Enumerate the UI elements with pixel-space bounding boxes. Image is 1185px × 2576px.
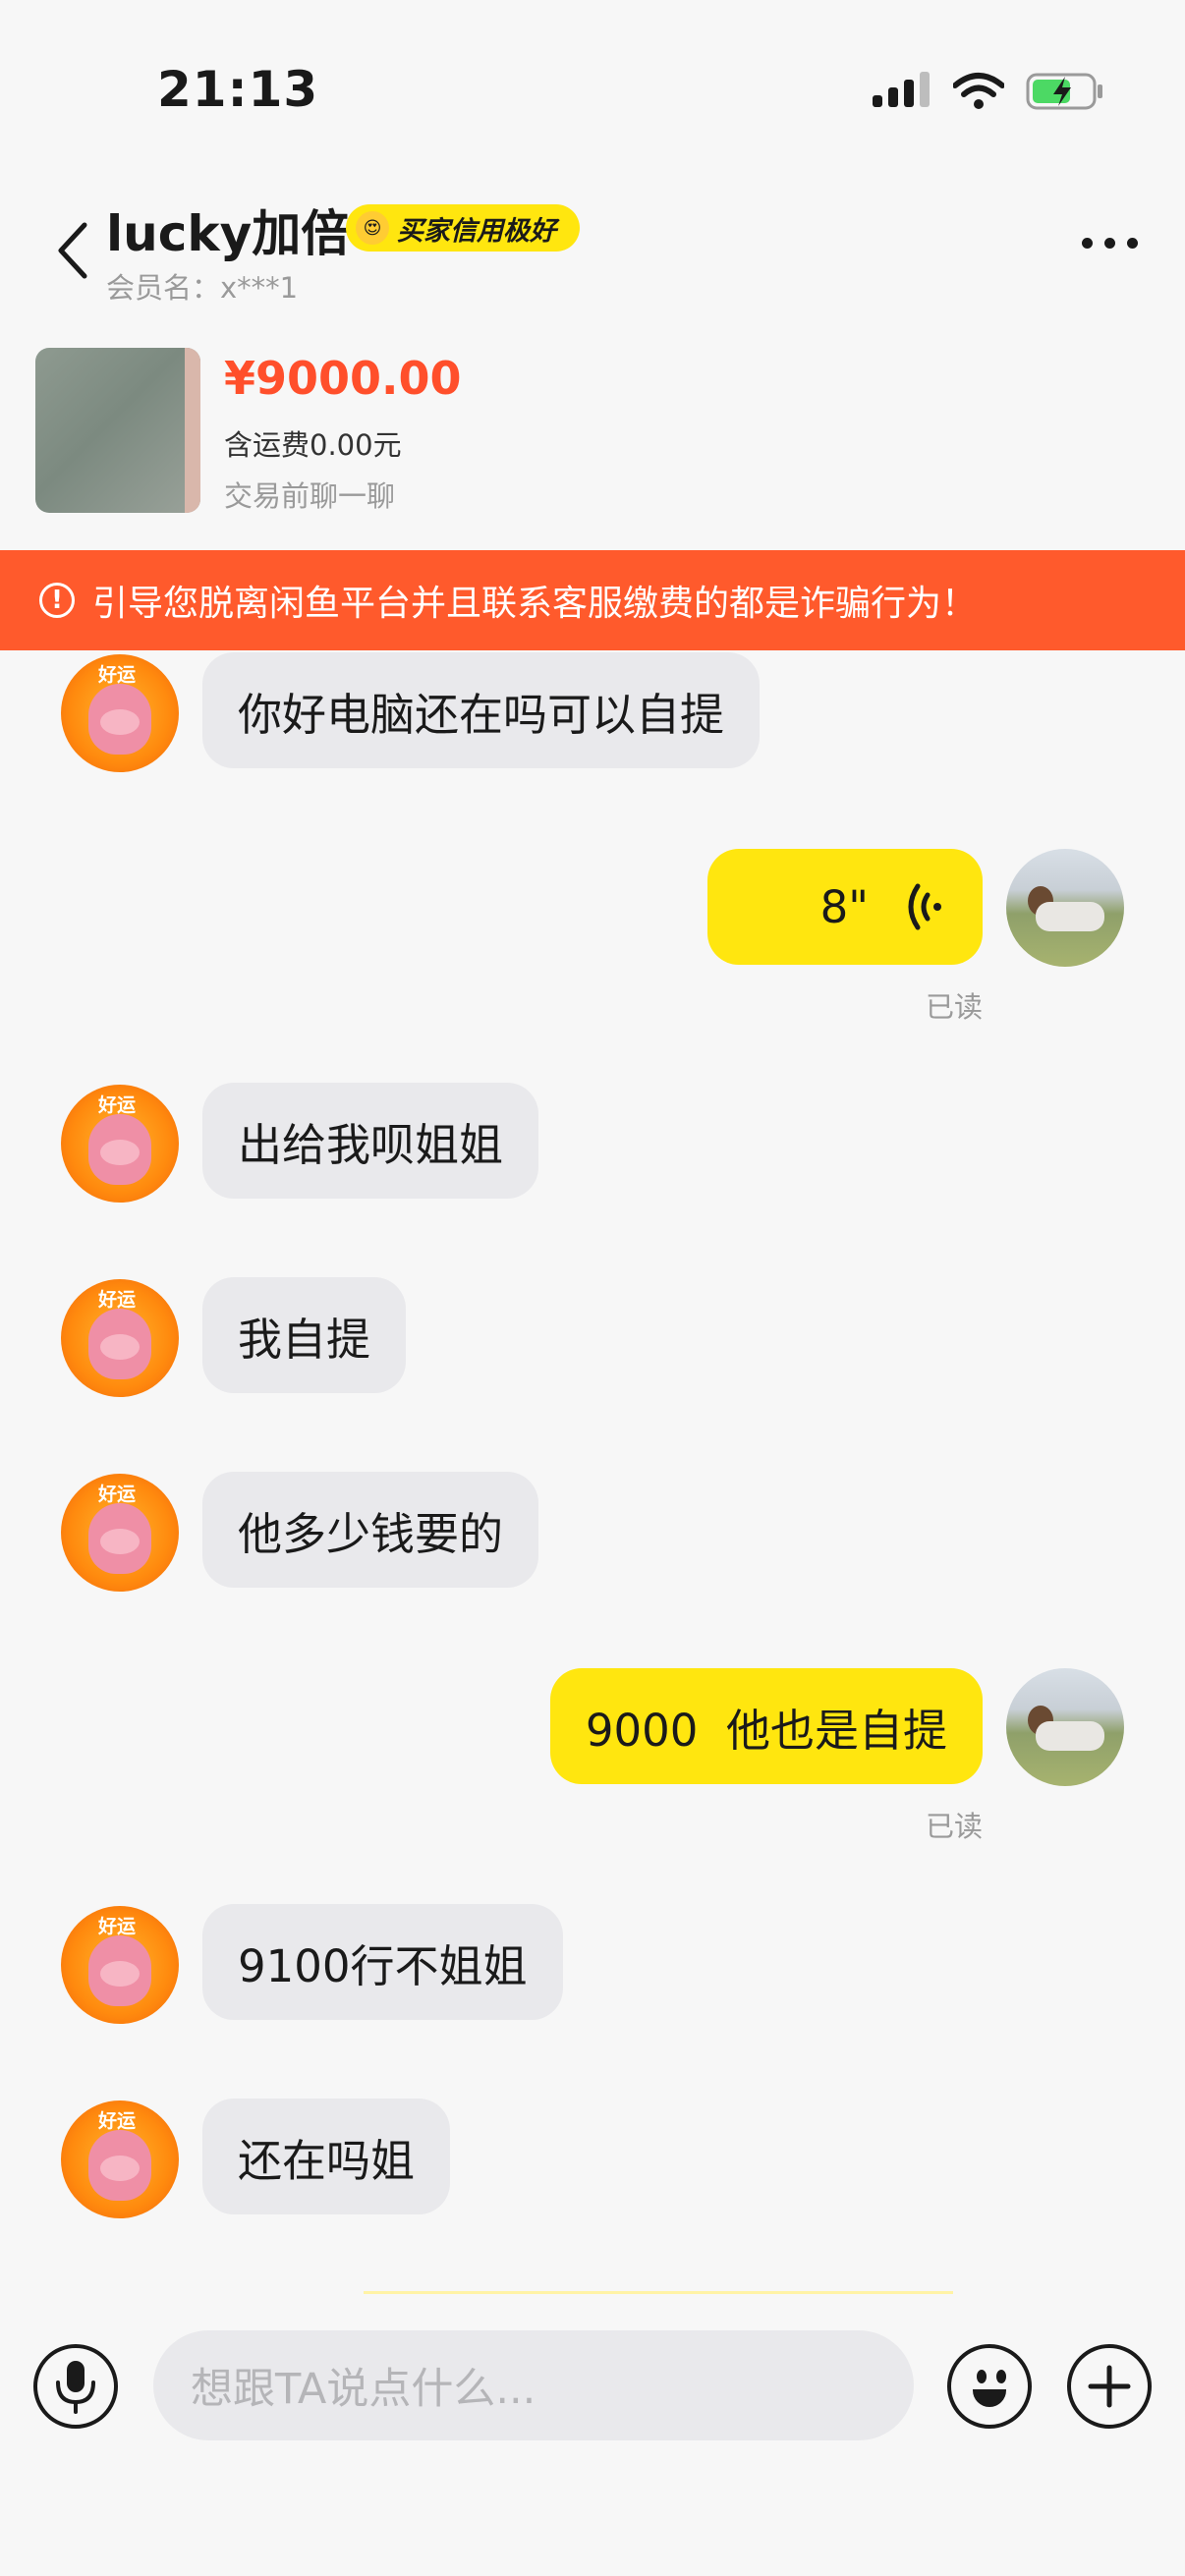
message-input[interactable]: 想跟TA说点什么...	[153, 2330, 914, 2440]
fraud-warning-banner: ! 引导您脱离闲鱼平台并且联系客服缴费的都是诈骗行为！	[0, 550, 1185, 650]
message-row: 好运 还在吗姐	[0, 2099, 1185, 2220]
message-row: 8" 已读	[0, 847, 1185, 1024]
message-bubble[interactable]: 他多少钱要的	[202, 1472, 539, 1588]
credit-badge: 😍 买家信用极好	[346, 204, 580, 252]
divider	[364, 2291, 953, 2294]
product-price: ¥9000.00	[224, 352, 462, 405]
more-dot-icon	[1104, 238, 1115, 249]
warning-text: 引导您脱离闲鱼平台并且联系客服缴费的都是诈骗行为！	[92, 584, 978, 624]
message-input-bar: 想跟TA说点什么...	[0, 2279, 1185, 2576]
message-bubble[interactable]: 我自提	[202, 1277, 407, 1393]
wifi-icon	[953, 73, 1004, 109]
more-dot-icon	[1127, 238, 1138, 249]
message-bubble[interactable]: 还在吗姐	[202, 2099, 451, 2214]
contact-name[interactable]: lucky加倍	[106, 195, 350, 265]
avatar[interactable]	[1006, 1668, 1124, 1786]
status-time: 21:13	[157, 61, 319, 118]
message-bubble[interactable]: 出给我呗姐姐	[202, 1083, 539, 1199]
member-name: 会员名：x***1	[106, 271, 299, 305]
more-actions-button[interactable]	[1067, 2344, 1152, 2429]
message-row: 好运 出给我呗姐姐	[0, 1083, 1185, 1204]
cellular-signal-icon	[873, 72, 930, 107]
avatar[interactable]: 好运	[61, 1279, 179, 1397]
chevron-left-icon	[58, 222, 87, 279]
avatar[interactable]: 好运	[61, 654, 179, 772]
voice-input-button[interactable]	[33, 2344, 118, 2429]
exclamation-icon: !	[39, 583, 75, 618]
avatar[interactable]: 好运	[61, 1906, 179, 2024]
voice-duration: 8"	[819, 880, 869, 933]
message-row: 好运 我自提	[0, 1277, 1185, 1399]
more-dot-icon	[1082, 238, 1093, 249]
avatar-lucky-mark: 好运	[98, 1289, 137, 1311]
product-thumbnail[interactable]	[35, 348, 200, 513]
avatar[interactable]	[1006, 849, 1124, 967]
chat-header: lucky加倍 😍 买家信用极好 会员名：x***1	[0, 167, 1185, 314]
microphone-icon	[56, 2361, 95, 2414]
avatar[interactable]: 好运	[61, 1085, 179, 1203]
avatar-lucky-mark: 好运	[98, 664, 137, 686]
message-row: 好运 你好电脑还在吗可以自提	[0, 652, 1185, 774]
status-icons	[873, 71, 1106, 112]
message-row: 好运 9100行不姐姐	[0, 1904, 1185, 2026]
credit-badge-label: 买家信用极好	[397, 215, 556, 247]
status-bar: 21:13	[0, 0, 1185, 147]
avatar[interactable]: 好运	[61, 2100, 179, 2218]
emoji-button[interactable]	[947, 2344, 1032, 2429]
chat-prompt: 交易前聊一聊	[224, 479, 396, 513]
message-row: 9000 他也是自提 已读	[0, 1666, 1185, 1843]
emoji-eye	[996, 2370, 1006, 2383]
heart-eyes-icon: 😍	[356, 211, 389, 245]
avatar-lucky-mark: 好运	[98, 1094, 137, 1116]
more-options-button[interactable]	[1082, 238, 1138, 249]
message-bubble[interactable]: 你好电脑还在吗可以自提	[202, 652, 761, 768]
product-card[interactable]: ¥9000.00 含运费0.00元 交易前聊一聊	[0, 334, 1185, 540]
battery-charging-icon	[1026, 73, 1102, 110]
emoji-eye	[977, 2370, 987, 2383]
avatar-lucky-mark: 好运	[98, 2110, 137, 2132]
voice-wave-icon	[908, 883, 941, 930]
emoji-mouth	[973, 2389, 1006, 2407]
shipping-info: 含运费0.00元	[224, 428, 402, 462]
voice-message-bubble[interactable]: 8"	[707, 849, 983, 965]
back-button[interactable]	[47, 216, 96, 285]
avatar-lucky-mark: 好运	[98, 1484, 137, 1505]
message-row: 好运 他多少钱要的	[0, 1472, 1185, 1594]
read-status: 已读	[925, 990, 983, 1024]
avatar-lucky-mark: 好运	[98, 1916, 137, 1937]
message-bubble[interactable]: 9100行不姐姐	[202, 1904, 563, 2020]
avatar[interactable]: 好运	[61, 1474, 179, 1592]
message-bubble[interactable]: 9000 他也是自提	[549, 1668, 983, 1784]
read-status: 已读	[925, 1810, 983, 1843]
plus-icon	[1088, 2365, 1131, 2408]
